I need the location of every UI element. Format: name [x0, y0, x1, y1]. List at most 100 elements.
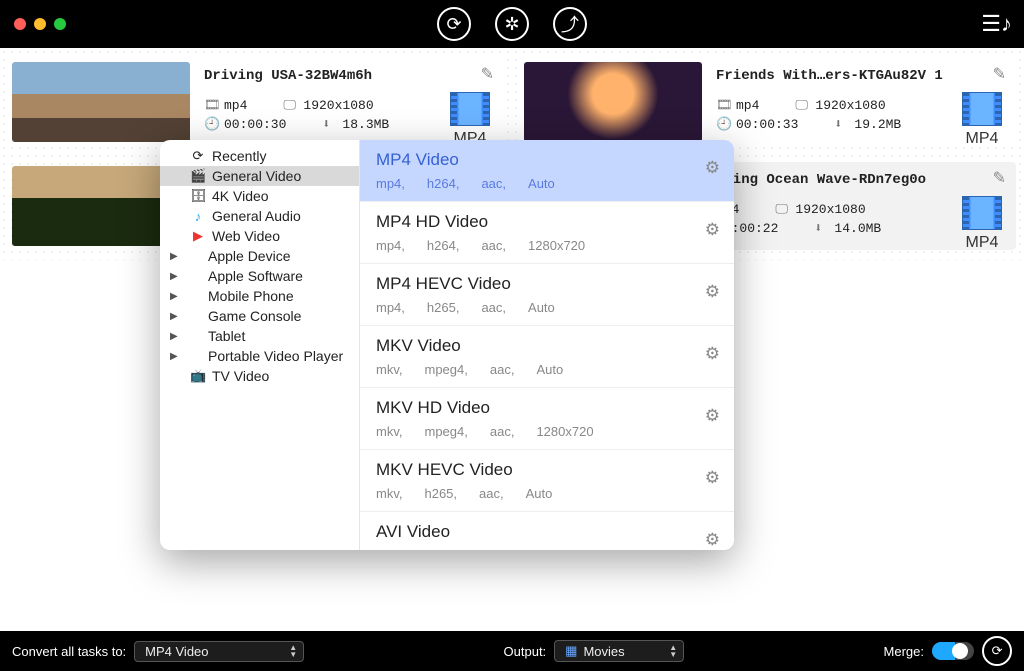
output-format[interactable]: MP4	[962, 196, 1002, 252]
share-tab-icon[interactable]: ⤴	[553, 7, 587, 41]
disclosure-triangle-icon: ▶	[170, 271, 180, 282]
format-title: MP4 HD Video	[376, 212, 718, 232]
edit-icon[interactable]: ✎	[993, 64, 1006, 84]
gear-icon[interactable]: ⚙	[705, 220, 720, 240]
format-list[interactable]: MP4 Videomp4,h264,aac,Auto⚙MP4 HD Videom…	[360, 140, 734, 550]
close-window[interactable]	[14, 18, 26, 30]
format-detail: mkv,mpeg4,aac,Auto	[376, 362, 718, 377]
sidebar-item[interactable]: ▶ Web Video	[160, 226, 359, 246]
sidebar-item-label: Web Video	[212, 228, 280, 244]
format-title: MKV HEVC Video	[376, 460, 718, 480]
sidebar-item-label: TV Video	[212, 368, 269, 384]
sidebar-item-label: 4K Video	[212, 188, 269, 204]
category-icon: ♪	[190, 209, 206, 224]
resolution: 1920x1080	[303, 98, 373, 113]
format-detail: mkv,mpeg4,aac,1280x720	[376, 424, 718, 439]
format-row[interactable]: MP4 HD Video mp4,h264,aac,1280x720⚙	[360, 202, 734, 264]
sidebar-item[interactable]: ▶Tablet	[160, 326, 359, 346]
format-title: MP4 Video	[376, 150, 718, 170]
merge-label: Merge:	[884, 644, 924, 659]
sidebar-item[interactable]: ▶ Apple Software	[160, 266, 359, 286]
format-detail: mp4,h264,aac,1280x720	[376, 238, 718, 253]
format-row[interactable]: MKV HEVC Video mkv,h265,aac,Auto⚙	[360, 450, 734, 512]
card-title: rfing Ocean Wave-RDn7eg0o	[716, 172, 1012, 188]
sidebar-item[interactable]: ⟳ Recently	[160, 146, 359, 166]
minimize-window[interactable]	[34, 18, 46, 30]
sidebar-item-label: General Audio	[212, 208, 301, 224]
gear-icon[interactable]: ⚙	[705, 530, 720, 550]
disclosure-triangle-icon: ▶	[170, 311, 180, 322]
chevron-updown-icon: ▲▼	[289, 644, 297, 658]
video-card[interactable]: Friends With…ers-KTGAu82V 1 🎞mp4 🖵1920x1…	[520, 58, 1016, 146]
video-thumbnail	[524, 62, 702, 142]
merge-toggle[interactable]	[932, 642, 974, 660]
category-icon: ▶	[190, 228, 206, 244]
convert-all-label: Convert all tasks to:	[12, 644, 126, 659]
chevron-updown-icon: ▲▼	[669, 644, 677, 658]
card-title: Friends With…ers-KTGAu82V 1	[716, 68, 1012, 84]
sidebar-item-label: General Video	[212, 168, 301, 184]
sidebar-item[interactable]: ▶ Portable Video Player	[160, 346, 359, 366]
top-center-icons: ⟳ ✲ ⤴	[437, 7, 587, 41]
sidebar-item[interactable]: ▶ Game Console	[160, 306, 359, 326]
edit-icon[interactable]: ✎	[481, 64, 494, 84]
monitor-icon: 🖵	[795, 98, 811, 113]
output-format[interactable]: MP4	[962, 92, 1002, 148]
disclosure-triangle-icon: ▶	[170, 291, 180, 302]
disclosure-triangle-icon: ▶	[170, 251, 180, 262]
download-icon: ⬇	[322, 117, 338, 132]
output-folder-select[interactable]: ▦ Movies ▲▼	[554, 640, 684, 662]
format-category-sidebar[interactable]: ⟳ Recently 🎬General Video 🗄 4K Video ♪ General…	[160, 140, 360, 550]
category-icon: ⟳	[190, 148, 206, 164]
gear-icon[interactable]: ⚙	[705, 282, 720, 302]
convert-all-select[interactable]: MP4 Video ▲▼	[134, 641, 304, 662]
format-row[interactable]: MKV HD Video mkv,mpeg4,aac,1280x720⚙	[360, 388, 734, 450]
download-icon: ⬇	[814, 221, 830, 236]
format-detail: mp4,h265,aac,Auto	[376, 300, 718, 315]
sidebar-item-label: Game Console	[208, 308, 301, 324]
format-title: MKV HD Video	[376, 398, 718, 418]
format-icon	[450, 92, 490, 126]
maximize-window[interactable]	[54, 18, 66, 30]
video-card[interactable]: Driving USA-32BW4m6h 🎞mp4 🖵1920x1080 🕘00…	[8, 58, 504, 146]
convert-tab-icon[interactable]: ⟳	[437, 7, 471, 41]
sidebar-item-label: Apple Device	[208, 248, 291, 264]
queue-icon[interactable]: ☰♪	[981, 11, 1012, 37]
movies-tab-icon[interactable]: ✲	[495, 7, 529, 41]
start-convert-button[interactable]: ⟳	[982, 636, 1012, 666]
gear-icon[interactable]: ⚙	[705, 344, 720, 364]
sidebar-item-label: Apple Software	[208, 268, 303, 284]
refresh-icon: ⟳	[992, 643, 1003, 659]
category-icon: 🗄	[190, 188, 206, 204]
sidebar-item[interactable]: ▶Mobile Phone	[160, 286, 359, 306]
monitor-icon: 🖵	[283, 98, 299, 113]
gear-icon[interactable]: ⚙	[705, 406, 720, 426]
gear-icon[interactable]: ⚙	[705, 468, 720, 488]
sidebar-item[interactable]: ♪ General Audio	[160, 206, 359, 226]
format-detail: mkv,h265,aac,Auto	[376, 486, 718, 501]
format-row[interactable]: MKV Videomkv,mpeg4,aac,Auto⚙	[360, 326, 734, 388]
sidebar-item[interactable]: ▶ Apple Device	[160, 246, 359, 266]
gear-icon[interactable]: ⚙	[705, 158, 720, 178]
format-row[interactable]: MP4 Video mp4,h264,aac,Auto⚙	[360, 140, 734, 202]
sidebar-item[interactable]: 📺 TV Video	[160, 366, 359, 386]
sidebar-item-label: Portable Video Player	[208, 348, 343, 364]
download-icon: ⬇	[834, 117, 850, 132]
edit-icon[interactable]: ✎	[993, 168, 1006, 188]
duration: 00:00:30	[224, 117, 286, 132]
titlebar: ⟳ ✲ ⤴ ☰♪	[0, 0, 1024, 48]
bottom-bar: Convert all tasks to: MP4 Video ▲▼ Outpu…	[0, 631, 1024, 671]
category-icon: 📺	[190, 368, 206, 384]
format-detail: mp4,h264,aac,Auto	[376, 176, 718, 191]
sidebar-item-label: Recently	[212, 148, 266, 164]
format-title: AVI Video	[376, 522, 718, 542]
ext: mp4	[224, 98, 247, 113]
sidebar-item[interactable]: 🎬General Video	[160, 166, 359, 186]
format-row[interactable]: AVI Videoavi,xvid,mp2,Auto⚙	[360, 512, 734, 550]
disclosure-triangle-icon: ▶	[170, 351, 180, 362]
format-icon	[962, 196, 1002, 230]
format-row[interactable]: MP4 HEVC Videomp4,h265,aac,Auto⚙	[360, 264, 734, 326]
sidebar-item-label: Tablet	[208, 328, 245, 344]
sidebar-item[interactable]: 🗄 4K Video	[160, 186, 359, 206]
output-label: Output:	[504, 644, 547, 659]
